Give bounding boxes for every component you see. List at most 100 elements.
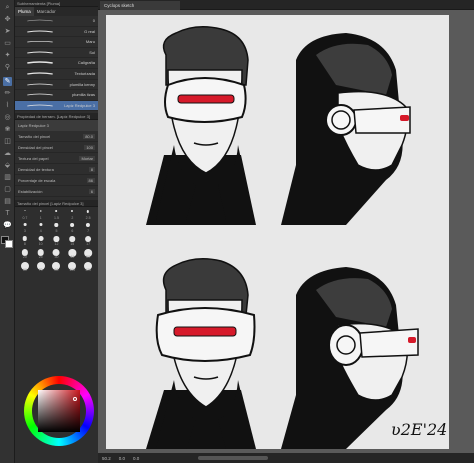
brush-size-label: 70 (38, 268, 43, 273)
status-bar: 50.2 0.0 0.0 (98, 453, 474, 463)
property-value[interactable]: 100 (84, 144, 95, 150)
property-label: Densidad de textura (18, 166, 54, 172)
brush-size-option[interactable]: 25 (33, 246, 49, 259)
property-label: Tamaño del pincel (18, 133, 51, 139)
brush-item[interactable]: Maru (15, 37, 98, 48)
blend-icon[interactable]: ☁ (3, 149, 12, 158)
document-tab[interactable]: Cyclops sketch (100, 1, 180, 10)
property-value[interactable]: 8 (88, 166, 95, 172)
tool-property-row[interactable]: Estabilización 6 (15, 186, 98, 198)
property-value[interactable]: Mortar (79, 155, 95, 161)
brush-size-option[interactable]: 10 (33, 233, 49, 246)
horizontal-scrollbar[interactable] (198, 456, 268, 460)
tool-property-row[interactable]: Densidad de textura 8 (15, 164, 98, 176)
tool-property-row[interactable]: Densidad del pincel 100 (15, 142, 98, 154)
color-picker-marker[interactable] (73, 397, 77, 401)
angle-readout[interactable]: 0.0 (119, 456, 125, 461)
figure-icon[interactable]: ▢ (3, 185, 12, 194)
brush-size-option[interactable]: 100 (64, 259, 80, 272)
tool-property-row[interactable]: Porcentaje de escala 86 (15, 175, 98, 187)
brush-stroke-preview (27, 83, 53, 85)
brush-size-option[interactable]: 1 (33, 207, 49, 220)
brush-size-option[interactable]: 30 (49, 246, 65, 259)
brush-size-option[interactable]: 7 (80, 220, 96, 233)
brush-list: 0 G real Maru Sol Caligrafía Texturizada plumi… (15, 16, 98, 112)
wand-icon[interactable]: ✦ (3, 51, 12, 60)
pencil-icon[interactable]: ✏ (3, 89, 12, 98)
zoom-readout[interactable]: 50.2 (102, 456, 111, 461)
brush-size-option[interactable]: 80 (49, 259, 65, 272)
airbrush-icon[interactable]: ◎ (3, 113, 12, 122)
brush-size-option[interactable]: 20 (17, 246, 33, 259)
document-tab-bar: Cyclops sketch (98, 0, 474, 10)
side-head-top (281, 33, 411, 225)
brush-size-option[interactable]: 8 (17, 233, 33, 246)
brush-icon[interactable]: ⌇ (3, 101, 12, 110)
brush-item[interactable]: Texturizada (15, 69, 98, 80)
brush-size-option[interactable]: 12 (49, 233, 65, 246)
property-value[interactable]: 80.0 (83, 133, 95, 139)
tab-marcador[interactable]: Marcador (34, 7, 59, 16)
brush-size-option[interactable]: 5 (49, 220, 65, 233)
brush-size-dot (24, 210, 26, 212)
brush-size-option[interactable]: 40 (64, 246, 80, 259)
text-icon[interactable]: T (3, 209, 12, 218)
brush-size-option[interactable]: 17 (80, 233, 96, 246)
brush-size-option[interactable]: 3 (17, 220, 33, 233)
tool-property-name: Lapiz Redpulce 3 (15, 120, 98, 132)
artist-signature: ʋ2E'24 (391, 420, 447, 439)
move-icon[interactable]: ✥ (3, 15, 12, 24)
brush-item[interactable]: Caligrafía (15, 58, 98, 69)
frame-icon[interactable]: ▤ (3, 197, 12, 206)
subtool-tabs: Pluma Marcador (15, 7, 98, 16)
brush-size-option[interactable]: 2 (64, 207, 80, 220)
brush-size-dot (22, 236, 28, 241)
brush-label: Caligrafía (77, 60, 95, 66)
eraser-icon[interactable]: ◫ (3, 137, 12, 146)
brush-size-label: 120 (85, 268, 92, 273)
tool-property-row[interactable]: Tamaño del pincel 80.0 (15, 131, 98, 143)
zoom-icon[interactable]: ⌕ (3, 3, 12, 12)
operation-icon[interactable]: ➤ (3, 27, 12, 36)
brush-item[interactable]: Sol (15, 48, 98, 59)
brush-size-option[interactable]: 0.7 (17, 207, 33, 220)
gradient-icon[interactable]: ▥ (3, 173, 12, 182)
balloon-icon[interactable]: 💬 (3, 221, 12, 230)
brush-item[interactable]: plumilla kenny (15, 80, 98, 91)
brush-size-option[interactable]: 60 (17, 259, 33, 272)
property-value[interactable]: 86 (86, 177, 95, 183)
brush-item[interactable]: G real (15, 27, 98, 38)
property-label: Textura del papel (18, 155, 49, 161)
subtool-header: Subherramienta [Pluma] (15, 0, 98, 7)
brush-item[interactable]: plumilla tizas (15, 90, 98, 101)
canvas[interactable]: ʋ2E'24 (106, 15, 449, 449)
front-head-top (146, 26, 256, 225)
extra-readout[interactable]: 0.0 (133, 456, 139, 461)
property-label: Porcentaje de escala (18, 177, 56, 183)
brush-size-option[interactable]: 2.5 (80, 207, 96, 220)
select-icon[interactable]: ▭ (3, 39, 12, 48)
brush-size-option[interactable]: 1.5 (49, 207, 65, 220)
brush-size-option[interactable]: 6 (64, 220, 80, 233)
pen-icon[interactable]: ✎ (3, 77, 12, 86)
brush-item[interactable]: Lapiz Redpulce 3 (15, 100, 98, 112)
brush-stroke-preview (27, 51, 53, 54)
tab-pluma[interactable]: Pluma (15, 7, 34, 16)
brush-label: Sol (89, 49, 95, 55)
eyedropper-icon[interactable]: ⚲ (3, 63, 12, 72)
brush-size-option[interactable]: 4 (33, 220, 49, 233)
brush-size-option[interactable]: 50 (80, 246, 96, 259)
property-value[interactable]: 6 (88, 188, 95, 194)
brush-item[interactable]: 0 (15, 16, 98, 27)
fill-icon[interactable]: ⬙ (3, 161, 12, 170)
brush-stroke-preview (27, 104, 53, 107)
brush-size-option[interactable]: 120 (80, 259, 96, 272)
brush-stroke-preview (27, 72, 53, 75)
brush-size-option[interactable]: 70 (33, 259, 49, 272)
brush-size-option[interactable]: 15 (64, 233, 80, 246)
decoration-icon[interactable]: ❀ (3, 125, 12, 134)
canvas-area[interactable]: ʋ2E'24 (98, 10, 474, 453)
brush-stroke-preview (27, 61, 53, 65)
tool-property-row[interactable]: Textura del papel Mortar (15, 153, 98, 165)
background-color-swatch[interactable] (5, 240, 13, 248)
